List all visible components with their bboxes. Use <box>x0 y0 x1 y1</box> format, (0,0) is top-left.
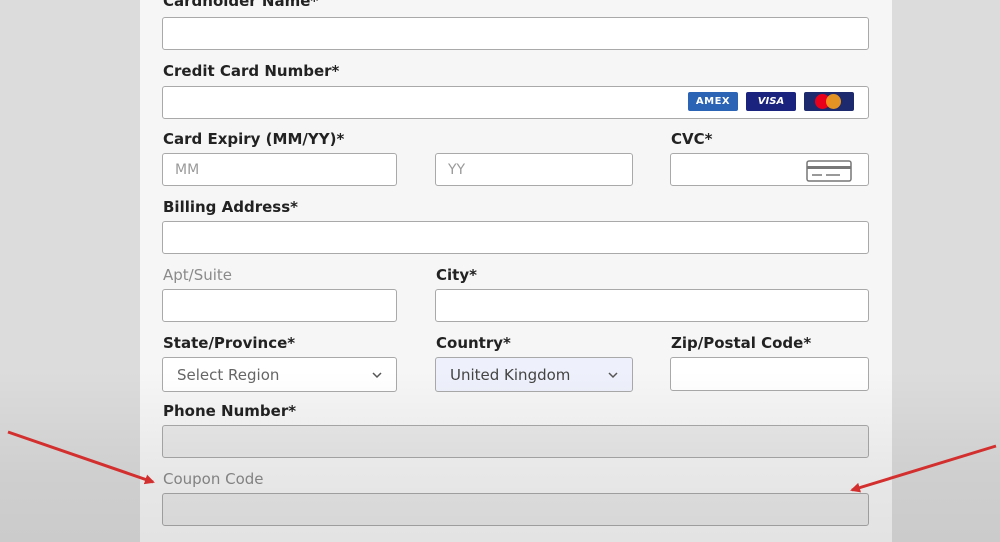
right-arrow <box>850 444 997 493</box>
annotation-arrows <box>7 430 997 493</box>
left-arrow <box>7 430 155 485</box>
